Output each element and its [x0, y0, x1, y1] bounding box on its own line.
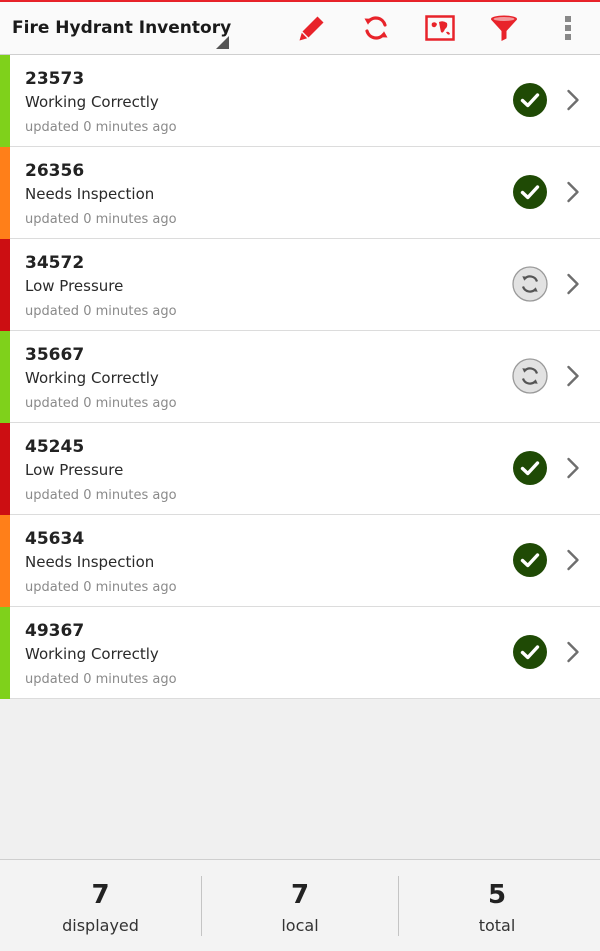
status-color-bar [0, 55, 10, 147]
sync-status-icon [512, 82, 548, 118]
check-circle-icon [513, 635, 547, 669]
hydrant-row[interactable]: 45634 Needs Inspection updated 0 minutes… [0, 515, 600, 607]
hydrant-updated: updated 0 minutes ago [25, 212, 177, 227]
app-title[interactable]: Fire Hydrant Inventory [12, 18, 231, 38]
total-count: 5 total [399, 860, 595, 951]
hydrant-status: Working Correctly [25, 645, 159, 663]
check-circle-icon [513, 543, 547, 577]
chevron-right-icon [567, 89, 579, 111]
hydrant-id: 23573 [25, 69, 85, 89]
local-count-value: 7 [290, 880, 310, 910]
chevron-right-icon [567, 273, 579, 295]
status-color-bar [0, 239, 10, 331]
check-circle-icon [513, 175, 547, 209]
hydrant-status: Low Pressure [25, 277, 124, 295]
overflow-menu-button[interactable] [552, 12, 584, 44]
hydrant-status: Needs Inspection [25, 553, 155, 571]
status-color-bar [0, 331, 10, 423]
hydrant-id: 34572 [25, 253, 85, 273]
displayed-count: 7 displayed [0, 860, 201, 951]
pencil-icon [299, 14, 326, 41]
hydrant-updated: updated 0 minutes ago [25, 396, 177, 411]
chevron-right-icon [567, 181, 579, 203]
map-button[interactable] [424, 12, 456, 44]
chevron-right-icon[interactable] [566, 89, 580, 111]
chevron-right-icon[interactable] [566, 365, 580, 387]
sync-status-icon [512, 542, 548, 578]
check-circle-icon [513, 451, 547, 485]
sync-status-icon [512, 266, 548, 302]
displayed-count-label: displayed [62, 916, 139, 935]
spinner-dropdown-icon[interactable] [216, 36, 229, 49]
status-color-bar [0, 607, 10, 699]
chevron-right-icon [567, 365, 579, 387]
total-count-value: 5 [487, 880, 507, 910]
local-count-label: local [281, 916, 319, 935]
hydrant-status: Working Correctly [25, 369, 159, 387]
status-color-bar [0, 423, 10, 515]
hydrant-status: Low Pressure [25, 461, 124, 479]
hydrant-updated: updated 0 minutes ago [25, 488, 177, 503]
chevron-right-icon [567, 641, 579, 663]
hydrant-id: 35667 [25, 345, 85, 365]
local-count: 7 local [202, 860, 398, 951]
hydrant-row[interactable]: 35667 Working Correctly updated 0 minute… [0, 331, 600, 423]
hydrant-id: 45634 [25, 529, 85, 549]
hydrant-status: Working Correctly [25, 93, 159, 111]
sync-pending-icon [512, 358, 548, 394]
chevron-right-icon [567, 457, 579, 479]
sync-pending-icon [512, 266, 548, 302]
hydrant-row[interactable]: 34572 Low Pressure updated 0 minutes ago [0, 239, 600, 331]
summary-footer: 7 displayed 7 local 5 total [0, 859, 600, 951]
sync-status-icon [512, 634, 548, 670]
refresh-icon [364, 16, 388, 40]
hydrant-row[interactable]: 23573 Working Correctly updated 0 minute… [0, 55, 600, 147]
filter-button[interactable] [488, 12, 520, 44]
sync-status-icon [512, 358, 548, 394]
hydrant-id: 49367 [25, 621, 85, 641]
check-circle-icon [513, 83, 547, 117]
refresh-button[interactable] [360, 12, 392, 44]
chevron-right-icon[interactable] [566, 273, 580, 295]
hydrant-updated: updated 0 minutes ago [25, 580, 177, 595]
hydrant-id: 26356 [25, 161, 85, 181]
sync-status-icon [512, 450, 548, 486]
hydrant-row[interactable]: 45245 Low Pressure updated 0 minutes ago [0, 423, 600, 515]
hydrant-list: 23573 Working Correctly updated 0 minute… [0, 55, 600, 699]
chevron-right-icon[interactable] [566, 457, 580, 479]
filter-icon [491, 15, 517, 41]
hydrant-updated: updated 0 minutes ago [25, 304, 177, 319]
hydrant-status: Needs Inspection [25, 185, 155, 203]
sync-status-icon [512, 174, 548, 210]
status-color-bar [0, 147, 10, 239]
total-count-label: total [478, 916, 516, 935]
more-vert-icon [565, 16, 571, 40]
chevron-right-icon [567, 549, 579, 571]
status-color-bar [0, 515, 10, 607]
hydrant-updated: updated 0 minutes ago [25, 672, 177, 687]
displayed-count-value: 7 [91, 880, 110, 910]
action-bar: Fire Hydrant Inventory [0, 2, 600, 55]
hydrant-row[interactable]: 49367 Working Correctly updated 0 minute… [0, 607, 600, 699]
hydrant-id: 45245 [25, 437, 85, 457]
chevron-right-icon[interactable] [566, 641, 580, 663]
edit-button[interactable] [296, 12, 328, 44]
hydrant-updated: updated 0 minutes ago [25, 120, 177, 135]
map-icon [425, 15, 455, 41]
chevron-right-icon[interactable] [566, 181, 580, 203]
hydrant-row[interactable]: 26356 Needs Inspection updated 0 minutes… [0, 147, 600, 239]
chevron-right-icon[interactable] [566, 549, 580, 571]
